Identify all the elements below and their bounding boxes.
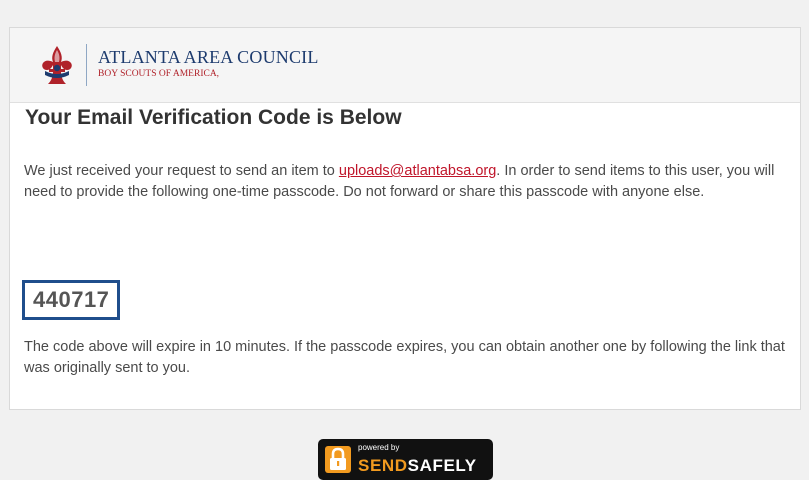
expiry-paragraph: The code above will expire in 10 minutes… (24, 339, 785, 376)
sendsafely-badge[interactable]: powered by SENDSAFELY (318, 439, 493, 480)
logo-divider (86, 44, 87, 86)
padlock-icon (325, 446, 351, 473)
brand-send: SEND (358, 456, 408, 475)
page-title: Your Email Verification Code is Below (25, 106, 402, 129)
passcode-value: 440717 (33, 287, 110, 312)
brand-safely: SAFELY (407, 456, 477, 475)
intro-text-before: We just received your request to send an… (24, 163, 339, 179)
org-name: ATLANTA AREA COUNCIL (98, 47, 319, 67)
powered-by-label: powered by (358, 443, 400, 452)
email-header: ATLANTA AREA COUNCIL BOY SCOUTS OF AMERI… (10, 28, 800, 103)
passcode-box: 440717 (22, 280, 121, 320)
org-subtitle: BOY SCOUTS OF AMERICA, (98, 69, 220, 79)
sendsafely-logo-text: SENDSAFELY (358, 456, 477, 476)
intro-paragraph: We just received your request to send an… (24, 161, 786, 203)
boy-scouts-fleur-de-lis-icon (42, 46, 72, 84)
recipient-email-link[interactable]: uploads@atlantabsa.org (339, 163, 496, 179)
